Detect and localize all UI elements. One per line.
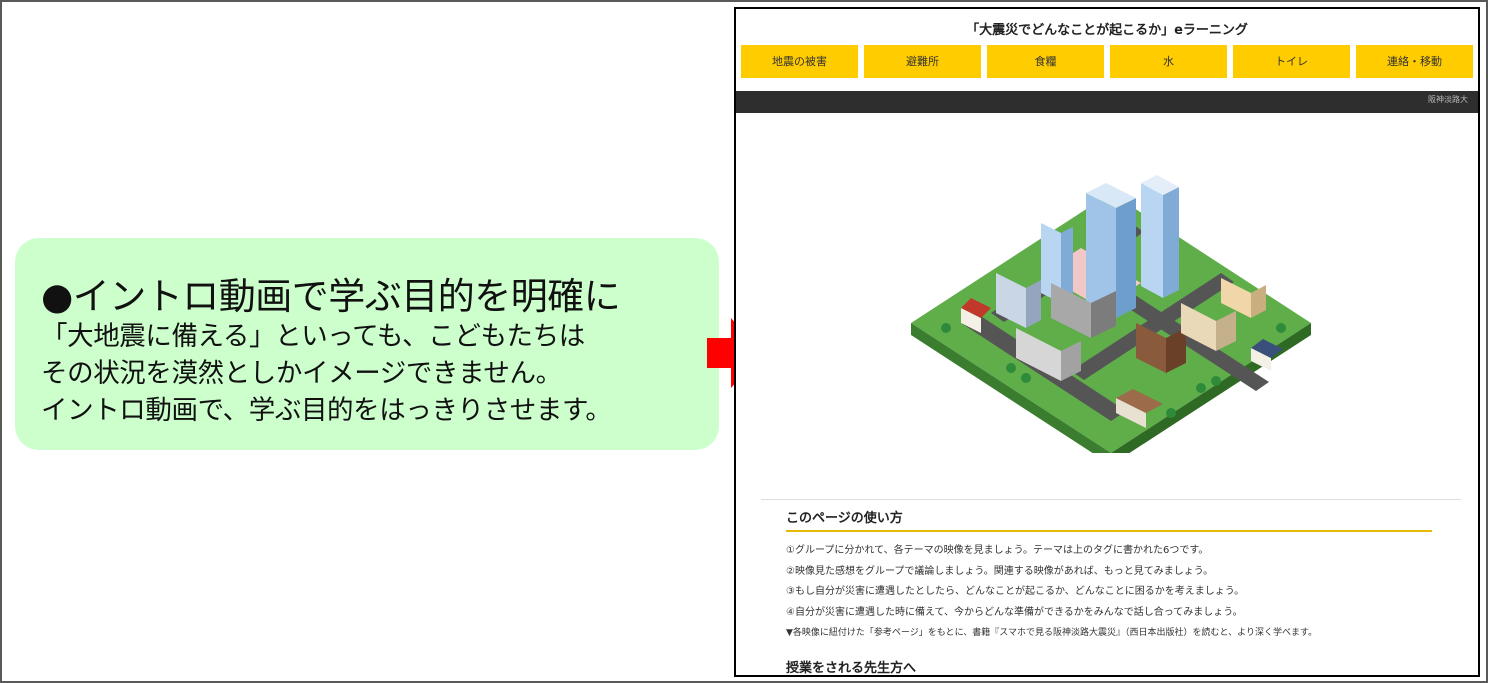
isometric-city-illustration xyxy=(911,175,1311,453)
section-rule xyxy=(786,530,1432,532)
howto-title: このページの使い方 xyxy=(786,511,903,526)
tab-food[interactable]: 食糧 xyxy=(987,45,1104,78)
tab-damage[interactable]: 地震の被害 xyxy=(741,45,858,78)
site-title: 「大震災でどんなことが起こるか」eラーニング xyxy=(966,23,1248,38)
content-panel: このページの使い方 ①グループに分かれて、各テーマの映像を見ましょう。テーマは上… xyxy=(741,113,1473,676)
howto-step: ③もし自分が災害に遭遇したとしたら、どんなことが起こるか、どんなことに困るかを考… xyxy=(786,586,1245,597)
callout-title: ●イントロ動画で学ぶ目的を明確に xyxy=(41,275,621,318)
howto-step: ④自分が災害に遭遇した時に備えて、今からどんな準備ができるかをみんなで話し合って… xyxy=(786,606,1243,618)
tab-water[interactable]: 水 xyxy=(1110,45,1227,78)
callout-box: ●イントロ動画で学ぶ目的を明確に 「大地震に備える」といっても、こどもたちは そ… xyxy=(15,238,719,450)
website-screenshot: 「大震災でどんなことが起こるか」eラーニング 地震の被害 避難所 食糧 水 トイ… xyxy=(734,7,1480,677)
map-header-band xyxy=(736,91,1478,113)
howto-step: ①グループに分かれて、各テーマの映像を見ましょう。テーマは上のタグに書かれた6つ… xyxy=(786,545,1209,556)
teacher-section-title: 授業をされる先生方へ xyxy=(786,661,917,676)
reference-note: ▼各映像に紐付けた「参考ページ」をもとに、書籍『スマホで見る阪神淡路大震災』（西… xyxy=(786,628,1318,638)
howto-step: ②映像見た感想をグループで議論しましょう。関連する映像があれば、もっと見てみまし… xyxy=(786,565,1214,577)
howto-steps: ①グループに分かれて、各テーマの映像を見ましょう。テーマは上のタグに書かれた6つ… xyxy=(786,541,1466,623)
callout-line: その状況を漠然としかイメージできません。 xyxy=(41,358,562,389)
callout-line: イントロ動画で、学ぶ目的をはっきりさせます。 xyxy=(41,395,612,426)
callout-body: 「大地震に備える」といっても、こどもたちは その状況を漠然としかイメージできませ… xyxy=(41,318,711,429)
callout-line: 「大地震に備える」といっても、こどもたちは xyxy=(41,321,585,352)
tab-contact[interactable]: 連絡・移動 xyxy=(1356,45,1473,78)
map-label: 阪神淡路大 xyxy=(1428,95,1468,104)
tab-shelter[interactable]: 避難所 xyxy=(864,45,981,78)
tab-toilet[interactable]: トイレ xyxy=(1233,45,1350,78)
divider xyxy=(761,499,1461,500)
